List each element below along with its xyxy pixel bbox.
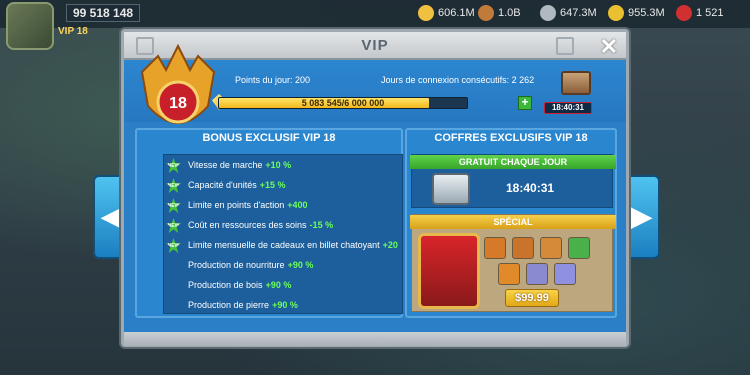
- add-vip-points-button[interactable]: +: [518, 96, 532, 110]
- new-badge-icon: NEW: [166, 158, 181, 173]
- bonus-value: -15 %: [309, 220, 334, 230]
- gem-icon: [676, 5, 692, 21]
- reward-item-icon[interactable]: [526, 263, 548, 285]
- top-hud: 99 518 148 VIP 18 606.1M 1.0B 647.3M 955…: [0, 0, 750, 50]
- vip-progress-bar: 5 083 545/6 000 000: [218, 97, 468, 109]
- buy-special-button[interactable]: $99.99: [505, 289, 559, 307]
- bonus-label: Production de nourriture: [188, 260, 285, 270]
- free-chest-timer: 18:40:31: [506, 181, 555, 195]
- vip-dialog: VIP ✕ 18 Points du jour: 200 Jours de co…: [121, 29, 629, 347]
- bonus-panel: BONUS EXCLUSIF VIP 18 NEW Vitesse de marc…: [135, 128, 403, 318]
- reward-item-icon[interactable]: [568, 237, 590, 259]
- chevron-right-icon: ▶: [629, 200, 653, 233]
- bonus-label: Capacité d'unités: [188, 180, 257, 190]
- special-chest-icon: [418, 233, 480, 309]
- vip-level-number: 18: [169, 95, 187, 112]
- chests-heading: COFFRES EXCLUSIFS VIP 18: [434, 132, 588, 144]
- reward-item-icon[interactable]: [484, 237, 506, 259]
- bonus-row: Production de bois +90 %: [164, 275, 402, 295]
- vip-level-badge: 18: [140, 43, 216, 124]
- bonus-row: Production de nourriture +90 %: [164, 255, 402, 275]
- reward-item-icon[interactable]: [554, 263, 576, 285]
- vip-chest-icon[interactable]: [561, 71, 591, 95]
- close-button[interactable]: ✕: [600, 34, 618, 60]
- power-value: 99 518 148: [66, 4, 141, 22]
- vip-chest-timer: 18:40:31: [544, 102, 592, 114]
- reward-item-icon[interactable]: [498, 263, 520, 285]
- bonus-row: NEW Vitesse de marche +10 %: [164, 155, 402, 175]
- bonus-heading: BONUS EXCLUSIF VIP 18: [202, 132, 336, 144]
- player-avatar[interactable]: [6, 2, 54, 50]
- chests-panel: COFFRES EXCLUSIFS VIP 18 GRATUIT CHAQUE …: [405, 128, 617, 318]
- silver-chest-icon[interactable]: [432, 173, 470, 205]
- gold-icon: [608, 5, 624, 21]
- resource-gold[interactable]: 955.3M: [608, 4, 665, 22]
- bonus-value: +10 %: [265, 160, 292, 170]
- reward-item-icon[interactable]: [540, 237, 562, 259]
- bonus-label: Vitesse de marche: [188, 160, 263, 170]
- new-badge-icon: NEW: [166, 178, 181, 193]
- resource-stone[interactable]: 647.3M: [540, 4, 597, 22]
- food-icon: [418, 5, 434, 21]
- bonus-label: Production de pierre: [188, 300, 270, 310]
- new-badge-icon: NEW: [166, 238, 181, 253]
- bonus-row: NEW Capacité d'unités +15 %: [164, 175, 402, 195]
- resource-gems[interactable]: 1 521: [676, 4, 724, 22]
- resource-wood[interactable]: 1.0B: [478, 4, 521, 22]
- special-ribbon: SPÉCIAL: [410, 215, 616, 229]
- bonus-value: +400: [287, 200, 308, 210]
- bonus-label: Limite mensuelle de cadeaux en billet ch…: [188, 240, 380, 250]
- vip-level-mini[interactable]: VIP 18: [58, 26, 88, 37]
- new-badge-icon: NEW: [166, 198, 181, 213]
- dialog-footer: [124, 332, 626, 346]
- bonus-label: Production de bois: [188, 280, 263, 290]
- bonus-row: Production de pierre +90 %: [164, 295, 402, 313]
- resource-food[interactable]: 606.1M: [418, 4, 475, 22]
- special-chest-offer: SPÉCIAL $99.99: [410, 214, 616, 312]
- bonus-value: +90 %: [265, 280, 292, 290]
- bonus-value: +15 %: [259, 180, 286, 190]
- bonus-row: NEW Limite en points d'action +400: [164, 195, 402, 215]
- bonus-label: Limite en points d'action: [188, 200, 285, 210]
- bonus-value: +90 %: [287, 260, 314, 270]
- free-daily-ribbon: GRATUIT CHAQUE JOUR: [410, 155, 616, 169]
- special-items-grid: [482, 233, 612, 291]
- wood-icon: [478, 5, 494, 21]
- bonus-list[interactable]: NEW Vitesse de marche +10 % NEW Capacité d'u…: [163, 154, 403, 314]
- title-ornament-icon: [556, 37, 574, 55]
- bonus-value: +90 %: [272, 300, 298, 310]
- new-badge-icon: NEW: [166, 218, 181, 233]
- bonus-row: NEW Limite mensuelle de cadeaux en billet…: [164, 235, 402, 255]
- reward-item-icon[interactable]: [512, 237, 534, 259]
- stone-icon: [540, 5, 556, 21]
- vip-progress-text: 5 083 545/6 000 000: [301, 98, 385, 108]
- free-daily-chest[interactable]: GRATUIT CHAQUE JOUR 18:40:31: [410, 154, 616, 208]
- consecutive-days: Jours de connexion consécutifs: 2 262: [381, 75, 535, 85]
- daily-points: Points du jour: 200: [235, 75, 311, 85]
- bonus-label: Coût en ressources des soins: [188, 220, 307, 230]
- bonus-row: NEW Coût en ressources des soins -15 %: [164, 215, 402, 235]
- bonus-value: +20: [382, 240, 398, 250]
